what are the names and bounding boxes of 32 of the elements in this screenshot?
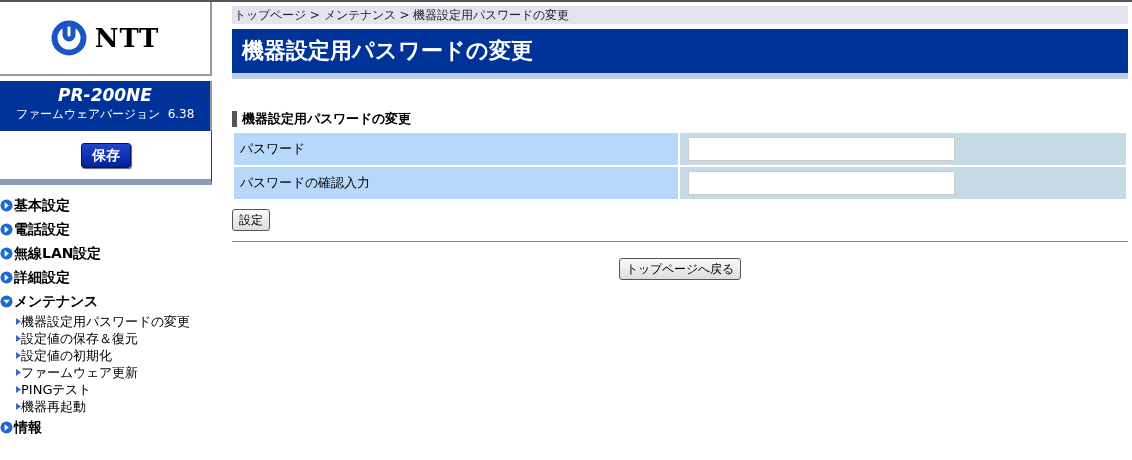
menu-item[interactable]: 無線LAN設定 [0,241,212,265]
bullet-icon [16,369,21,376]
input-field[interactable] [688,171,955,195]
menu-item[interactable]: 詳細設定 [0,265,212,289]
save-button[interactable]: 保存 [80,142,131,168]
logo-text: NTT [94,21,160,55]
bullet-icon [16,386,21,393]
submenu-item[interactable]: PINGテスト [0,381,212,398]
input-field[interactable] [688,137,955,161]
field-label: パスワードの確認入力 [233,166,679,200]
submit-button[interactable]: 設定 [232,209,270,231]
breadcrumb-text: トップページ > メンテナンス > 機器設定用パスワードの変更 [232,6,1128,24]
menu-item[interactable]: 電話設定 [0,217,212,241]
submenu-item[interactable]: 設定値の初期化 [0,347,212,364]
bullet-icon [16,318,21,325]
submenu-item[interactable]: ファームウェア更新 [0,364,212,381]
firmware-label: ファームウェアバージョン [15,107,160,121]
field-label: パスワード [233,132,679,166]
bullet-icon [16,403,21,410]
model-name: PR-200NE [57,85,153,105]
submenu-item[interactable]: 設定値の保存＆復元 [0,330,212,347]
submenu-item[interactable]: 機器設定用パスワードの変更 [0,313,212,330]
menu-item[interactable]: 情報 [0,415,212,439]
submenu-item[interactable]: 機器再起動 [0,398,212,415]
menu-item[interactable]: メンテナンス [0,289,212,313]
bullet-icon [16,352,21,359]
bullet-icon [16,335,21,342]
firmware-version: 6.38 [167,107,195,121]
page-title: 機器設定用パスワードの変更 [232,29,1128,79]
back-button[interactable]: トップページへ戻る [619,258,741,280]
menu-item[interactable]: 基本設定 [0,193,212,217]
logo-icon [50,20,87,56]
